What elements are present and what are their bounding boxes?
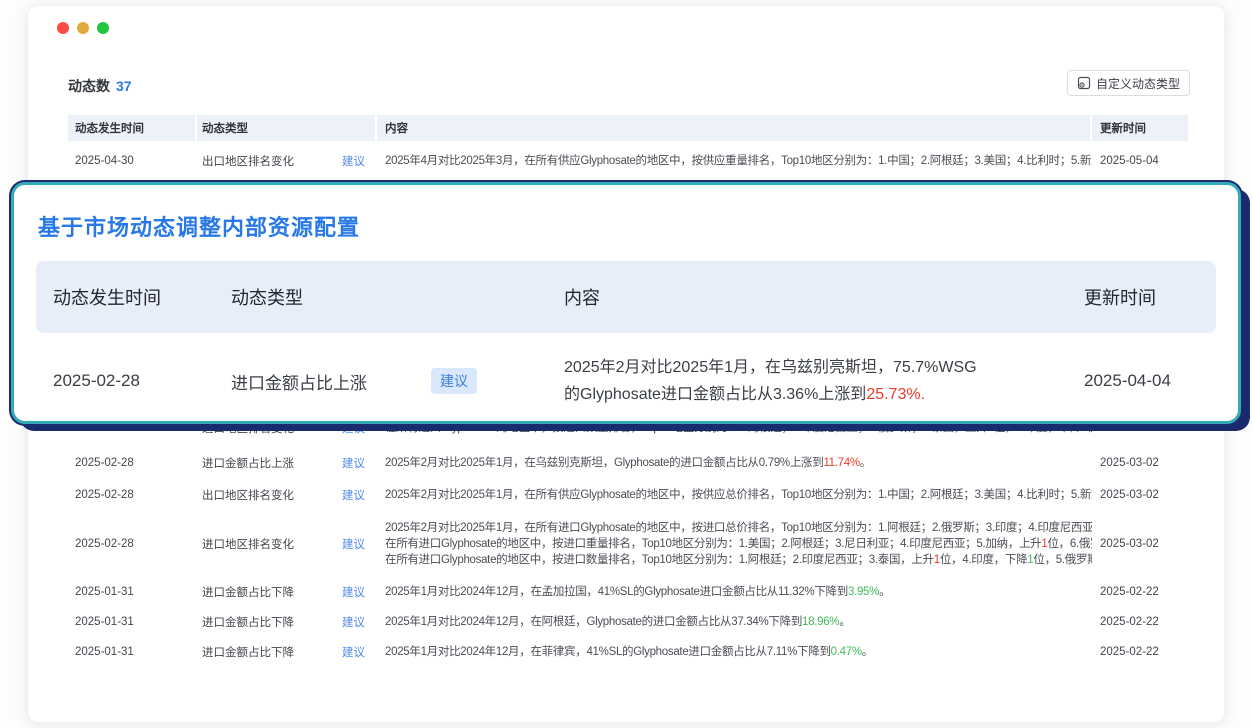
suggest-link[interactable]: 建议 [342,455,365,471]
popup-title: 基于市场动态调整内部资源配置 [38,210,1238,242]
suggest-link[interactable]: 建议 [342,487,365,503]
dynamics-count-value: 37 [116,78,132,94]
customize-button-label: 自定义动态类型 [1096,75,1180,92]
suggest-link[interactable]: 建议 [342,584,365,600]
row-updated: 2025-05-04 [1092,155,1188,167]
dynamic-detail-popup: 基于市场动态调整内部资源配置 动态发生时间 动态类型 内容 更新时间 2025-… [11,182,1241,424]
row-time: 2025-01-31 [68,646,197,658]
header-content: 内容 [377,115,1090,141]
row-type: 进口金额占比上涨 [202,455,294,471]
popup-table-header: 动态发生时间 动态类型 内容 更新时间 [36,261,1216,333]
table-row[interactable]: 2025-02-28 进口地区排名变化 建议 2025年2月对比2025年1月，… [68,511,1188,577]
suggest-link[interactable]: 建议 [342,644,365,660]
row-time: 2025-01-31 [68,616,197,628]
row-type: 进口地区排名变化 [202,536,294,552]
header-updated: 更新时间 [1092,115,1188,141]
row-updated: 2025-02-22 [1092,586,1188,598]
row-updated: 2025-02-22 [1092,646,1188,658]
popup-row-time: 2025-02-28 [53,371,231,391]
table-row[interactable]: 2025-02-28 进口金额占比上涨 建议 2025年2月对比2025年1月，… [68,447,1188,479]
minimize-window-button[interactable] [77,22,89,34]
suggest-badge[interactable]: 建议 [431,368,477,394]
close-window-button[interactable] [57,22,69,34]
suggest-link[interactable]: 建议 [342,614,365,630]
row-updated: 2025-03-02 [1092,489,1188,501]
row-content: 2025年1月对比2024年12月，在孟加拉国，41%SL的Glyphosate… [377,584,1092,600]
row-content: 2025年4月对比2025年3月，在所有供应Glyphosate的地区中，按供应… [377,153,1092,169]
customize-icon [1077,76,1091,90]
popup-header-time: 动态发生时间 [53,284,231,310]
row-time: 2025-02-28 [68,538,197,550]
row-content: 2025年2月对比2025年1月，在乌兹别克斯坦，Glyphosate的进口金额… [377,455,1092,471]
table-row[interactable]: 2025-01-31 进口金额占比下降 建议 2025年1月对比2024年12月… [68,637,1188,667]
row-updated: 2025-02-22 [1092,616,1188,628]
popup-row-content: 2025年2月对比2025年1月，在乌兹别亮斯坦，75.7%WSG的Glypho… [564,354,1084,408]
table-header: 动态发生时间 动态类型 内容 更新时间 [68,115,1188,141]
popup-header-type: 动态类型 [231,284,564,310]
table-row[interactable]: 2025-01-31 进口金额占比下降 建议 2025年1月对比2024年12月… [68,577,1188,607]
row-updated: 2025-03-02 [1092,457,1188,469]
popup-header-content: 内容 [564,284,1084,310]
popup-table-row: 2025-02-28 进口金额占比上涨 建议 2025年2月对比2025年1月，… [36,335,1216,427]
customize-dynamic-type-button[interactable]: 自定义动态类型 [1067,70,1190,96]
row-content: 2025年2月对比2025年1月，在所有进口Glyphosate的地区中，按进口… [377,520,1092,568]
row-time: 2025-01-31 [68,586,197,598]
row-type: 出口地区排名变化 [202,487,294,503]
suggest-link[interactable]: 建议 [342,153,365,169]
row-type: 出口地区排名变化 [202,153,294,169]
dynamics-count-label: 动态数 [68,78,110,94]
row-content: 2025年1月对比2024年12月，在菲律宾，41%SL的Glyphosate进… [377,644,1092,660]
row-time: 2025-02-28 [68,489,197,501]
row-content: 2025年2月对比2025年1月，在所有供应Glyphosate的地区中，按供应… [377,487,1092,503]
maximize-window-button[interactable] [97,22,109,34]
row-time: 2025-04-30 [68,155,197,167]
row-content: 2025年1月对比2024年12月，在阿根廷，Glyphosate的进口金额占比… [377,614,1092,630]
screen: 动态数 37 自定义动态类型 动态发生时间 动态类型 内容 更新时间 2025-0… [0,0,1252,728]
popup-row-updated: 2025-04-04 [1084,371,1216,391]
popup-row-type: 进口金额占比上涨 [231,369,367,394]
table-row[interactable]: 2025-04-30 出口地区排名变化 建议 2025年4月对比2025年3月，… [68,141,1188,181]
table-row[interactable]: 2025-02-28 出口地区排名变化 建议 2025年2月对比2025年1月，… [68,479,1188,511]
header-type: 动态类型 [197,115,375,141]
suggest-link[interactable]: 建议 [342,536,365,552]
window-controls [57,22,109,34]
row-time: 2025-02-28 [68,457,197,469]
row-type: 进口金额占比下降 [202,644,294,660]
row-type: 进口金额占比下降 [202,614,294,630]
header-time: 动态发生时间 [68,115,195,141]
popup-header-updated: 更新时间 [1084,284,1216,310]
row-updated: 2025-03-02 [1092,538,1188,550]
dynamics-count: 动态数 37 [68,76,132,96]
toolbar: 动态数 37 自定义动态类型 [68,70,1190,98]
row-type: 进口金额占比下降 [202,584,294,600]
table-row[interactable]: 2025-01-31 进口金额占比下降 建议 2025年1月对比2024年12月… [68,607,1188,637]
